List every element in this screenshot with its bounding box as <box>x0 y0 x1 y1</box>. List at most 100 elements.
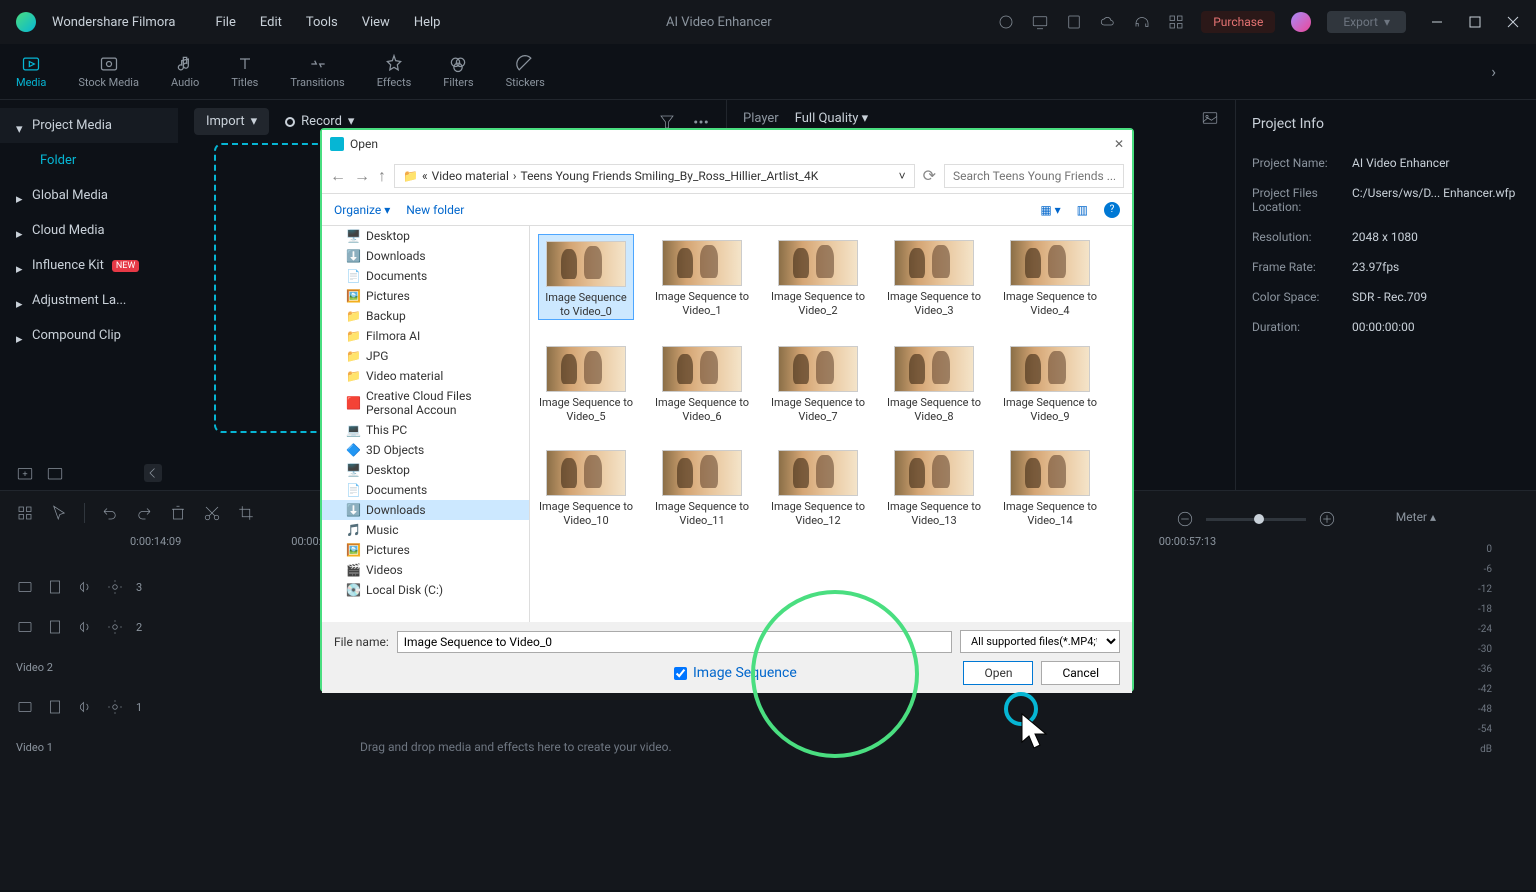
image-sequence-checkbox[interactable]: Image Sequence <box>674 665 797 681</box>
tree-item-videos[interactable]: 🎬Videos <box>322 560 529 580</box>
sidebar-item-influence-kit[interactable]: ▸Influence KitNEW <box>0 248 178 283</box>
cloud-icon[interactable] <box>1099 13 1117 31</box>
minimize-icon[interactable] <box>1430 15 1444 29</box>
pointer-icon[interactable] <box>50 504 68 522</box>
nav-up-icon[interactable]: ↑ <box>378 166 386 186</box>
zoom-slider[interactable] <box>1206 518 1306 521</box>
tree-item-jpg[interactable]: 📁JPG <box>322 346 529 366</box>
record-button[interactable]: Record ▾ <box>285 114 354 129</box>
tree-item-creative-cloud-files-personal-accoun[interactable]: 🟥Creative Cloud Files Personal Accoun <box>322 386 529 420</box>
dialog-close-icon[interactable]: ✕ <box>1114 137 1124 151</box>
filetype-dropdown[interactable]: All supported files(*.MP4;*.FLV;* <box>960 630 1120 653</box>
circle-icon[interactable] <box>997 13 1015 31</box>
tab-effects[interactable]: Effects <box>377 54 412 89</box>
menu-help[interactable]: Help <box>414 15 441 30</box>
file-item[interactable]: Image Sequence to Video_13 <box>886 444 982 528</box>
sidebar-item-project-media[interactable]: ▾Project Media <box>0 108 178 143</box>
crop-icon[interactable] <box>237 504 255 522</box>
file-item[interactable]: Image Sequence to Video_2 <box>770 234 866 320</box>
tree-item-documents[interactable]: 📄Documents <box>322 266 529 286</box>
file-item[interactable]: Image Sequence to Video_5 <box>538 340 634 424</box>
tab-media[interactable]: Media <box>16 54 46 89</box>
undo-icon[interactable] <box>101 504 119 522</box>
tree-item-pictures[interactable]: 🖼️Pictures <box>322 540 529 560</box>
import-button[interactable]: Import ▾ <box>194 108 269 135</box>
cut-icon[interactable] <box>203 504 221 522</box>
file-item[interactable]: Image Sequence to Video_7 <box>770 340 866 424</box>
refresh-icon[interactable]: ⟳ <box>923 166 936 185</box>
collapse-icon[interactable] <box>144 464 162 482</box>
tree-item-video-material[interactable]: 📁Video material <box>322 366 529 386</box>
menu-view[interactable]: View <box>362 15 390 30</box>
preview-icon[interactable]: ▥ <box>1077 203 1088 217</box>
tree-item-backup[interactable]: 📁Backup <box>322 306 529 326</box>
tab-stock-media[interactable]: Stock Media <box>78 54 139 89</box>
grid-icon[interactable] <box>16 504 34 522</box>
export-button[interactable]: Export▾ <box>1327 11 1406 33</box>
redo-icon[interactable] <box>135 504 153 522</box>
organize-dropdown[interactable]: Organize ▾ <box>334 203 390 217</box>
sidebar-item-compound-clip[interactable]: ▸Compound Clip <box>0 318 178 353</box>
file-item[interactable]: Image Sequence to Video_14 <box>1002 444 1098 528</box>
nav-forward-icon[interactable]: → <box>354 166 370 186</box>
file-item[interactable]: Image Sequence to Video_11 <box>654 444 750 528</box>
tree-item-downloads[interactable]: ⬇️Downloads <box>322 500 529 520</box>
file-item[interactable]: Image Sequence to Video_9 <box>1002 340 1098 424</box>
close-icon[interactable] <box>1506 15 1520 29</box>
cancel-button[interactable]: Cancel <box>1041 661 1120 685</box>
track-header[interactable]: 1 <box>16 687 1536 727</box>
apps-icon[interactable] <box>1167 13 1185 31</box>
open-button[interactable]: Open <box>963 661 1033 685</box>
tree-item-documents[interactable]: 📄Documents <box>322 480 529 500</box>
tree-item-local-disk--c--[interactable]: 💽Local Disk (C:) <box>322 580 529 600</box>
tree-item-this-pc[interactable]: 💻This PC <box>322 420 529 440</box>
zoom-in-icon[interactable] <box>1318 510 1336 528</box>
file-item[interactable]: Image Sequence to Video_8 <box>886 340 982 424</box>
save-icon[interactable] <box>1065 13 1083 31</box>
tree-item-pictures[interactable]: 🖼️Pictures <box>322 286 529 306</box>
tree-item-downloads[interactable]: ⬇️Downloads <box>322 246 529 266</box>
tab-stickers[interactable]: Stickers <box>506 54 545 89</box>
tree-item-music[interactable]: 🎵Music <box>322 520 529 540</box>
tab-filters[interactable]: Filters <box>443 54 473 89</box>
tree-item-desktop[interactable]: 🖥️Desktop <box>322 460 529 480</box>
sidebar-item-adjustment-la---[interactable]: ▸Adjustment La... <box>0 283 178 318</box>
file-item[interactable]: Image Sequence to Video_10 <box>538 444 634 528</box>
sidebar-sub-folder[interactable]: Folder <box>0 143 178 178</box>
monitor-icon[interactable] <box>1031 13 1049 31</box>
tab-audio[interactable]: Audio <box>171 54 199 89</box>
menu-tools[interactable]: Tools <box>306 15 338 30</box>
sidebar-item-cloud-media[interactable]: ▸Cloud Media <box>0 213 178 248</box>
tab-transitions[interactable]: Transitions <box>290 54 344 89</box>
filename-input[interactable] <box>397 631 952 653</box>
tree-item-filmora-ai[interactable]: 📁Filmora AI <box>322 326 529 346</box>
tab-titles[interactable]: Titles <box>231 54 258 89</box>
zoom-out-icon[interactable] <box>1176 510 1194 528</box>
quality-dropdown[interactable]: Full Quality ▾ <box>795 111 868 126</box>
folder-add-icon[interactable] <box>16 464 34 482</box>
tree-item-desktop[interactable]: 🖥️Desktop <box>322 226 529 246</box>
delete-icon[interactable] <box>169 504 187 522</box>
file-item[interactable]: Image Sequence to Video_3 <box>886 234 982 320</box>
tree-item--d-objects[interactable]: 🔷3D Objects <box>322 440 529 460</box>
file-item[interactable]: Image Sequence to Video_1 <box>654 234 750 320</box>
checkbox-input[interactable] <box>674 667 687 680</box>
file-item[interactable]: Image Sequence to Video_6 <box>654 340 750 424</box>
folder-icon[interactable] <box>46 464 64 482</box>
new-folder-button[interactable]: New folder <box>406 203 464 217</box>
file-item[interactable]: Image Sequence to Video_4 <box>1002 234 1098 320</box>
headphones-icon[interactable] <box>1133 13 1151 31</box>
breadcrumb[interactable]: 📁 « Video material › Teens Young Friends… <box>394 164 915 188</box>
search-input[interactable] <box>944 164 1124 188</box>
file-item[interactable]: Image Sequence to Video_0 <box>538 234 634 320</box>
help-icon[interactable]: ? <box>1104 202 1120 218</box>
file-item[interactable]: Image Sequence to Video_12 <box>770 444 866 528</box>
user-avatar-icon[interactable] <box>1291 12 1311 32</box>
tabs-more-icon[interactable]: › <box>1491 62 1496 81</box>
menu-file[interactable]: File <box>215 15 235 30</box>
maximize-icon[interactable] <box>1468 15 1482 29</box>
purchase-button[interactable]: Purchase <box>1201 11 1275 33</box>
menu-edit[interactable]: Edit <box>260 15 282 30</box>
nav-back-icon[interactable]: ← <box>330 166 346 186</box>
sidebar-item-global-media[interactable]: ▸Global Media <box>0 178 178 213</box>
